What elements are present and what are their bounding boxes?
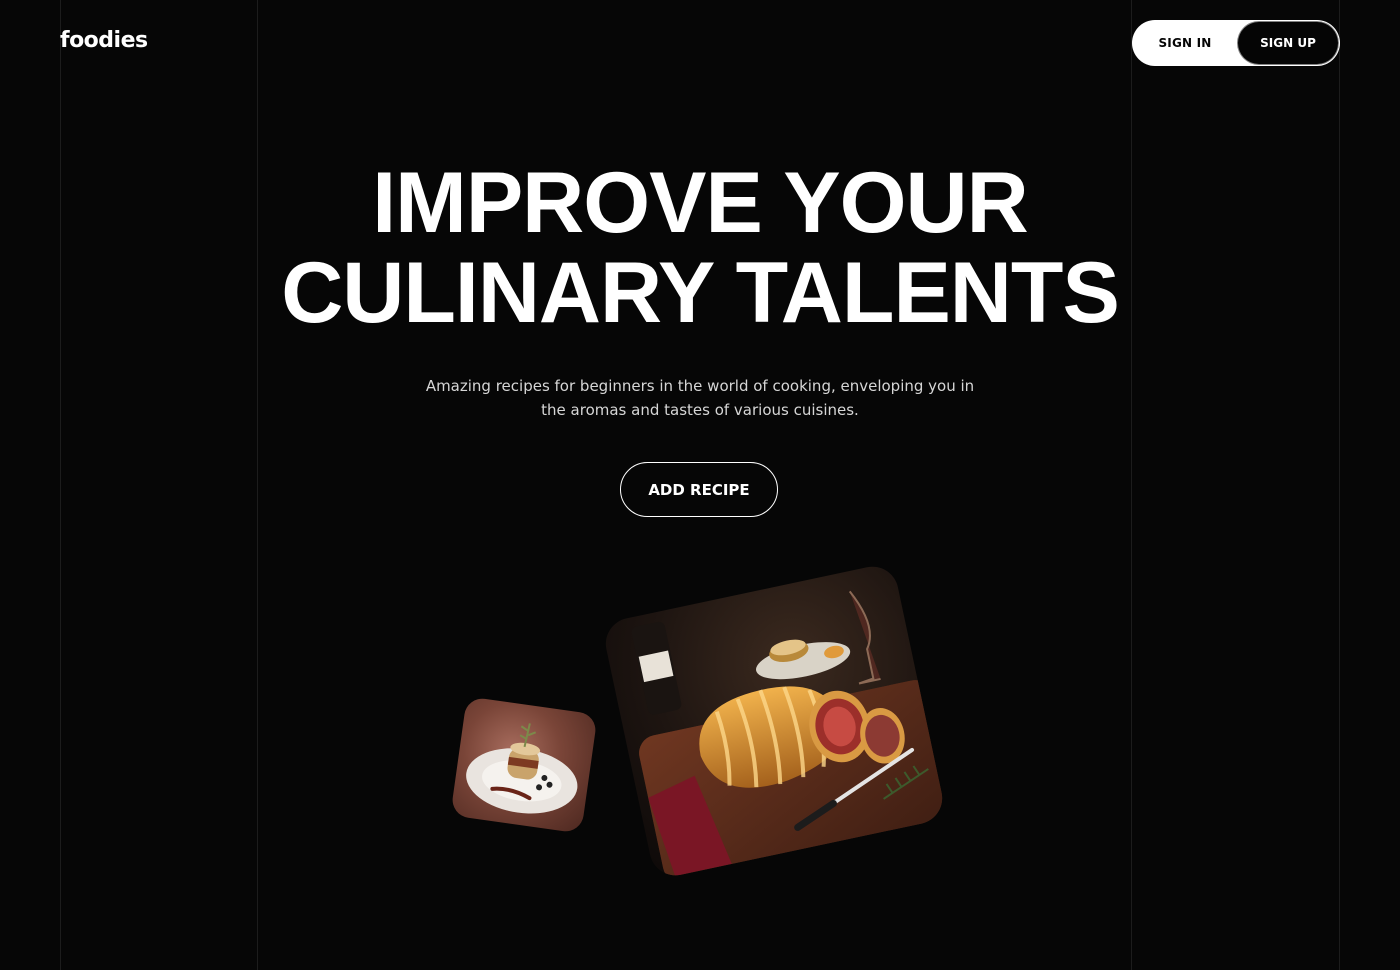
hero-title: IMPROVE YOUR CULINARY TALENTS [0, 158, 1400, 338]
beef-wellington-photo [601, 561, 947, 881]
beef-wellington-illustration [631, 590, 947, 881]
hero-title-line-2: CULINARY TALENTS [281, 245, 1120, 341]
sign-in-button[interactable]: SIGN IN [1133, 21, 1237, 65]
page: foodies SIGN IN SIGN UP IMPROVE YOUR CUL… [0, 0, 1400, 970]
guide-line [1339, 0, 1340, 970]
add-recipe-button[interactable]: ADD RECIPE [620, 462, 778, 517]
dessert-photo [450, 696, 598, 834]
guide-line [257, 0, 258, 970]
auth-switch: SIGN IN SIGN UP [1132, 20, 1340, 66]
guide-line [1131, 0, 1132, 970]
sign-up-button[interactable]: SIGN UP [1237, 21, 1339, 65]
logo[interactable]: foodies [60, 28, 148, 53]
dessert-illustration [466, 723, 578, 814]
guide-line [60, 0, 61, 970]
hero-title-line-1: IMPROVE YOUR [372, 155, 1028, 251]
hero-subtitle: Amazing recipes for beginners in the wor… [425, 377, 975, 419]
